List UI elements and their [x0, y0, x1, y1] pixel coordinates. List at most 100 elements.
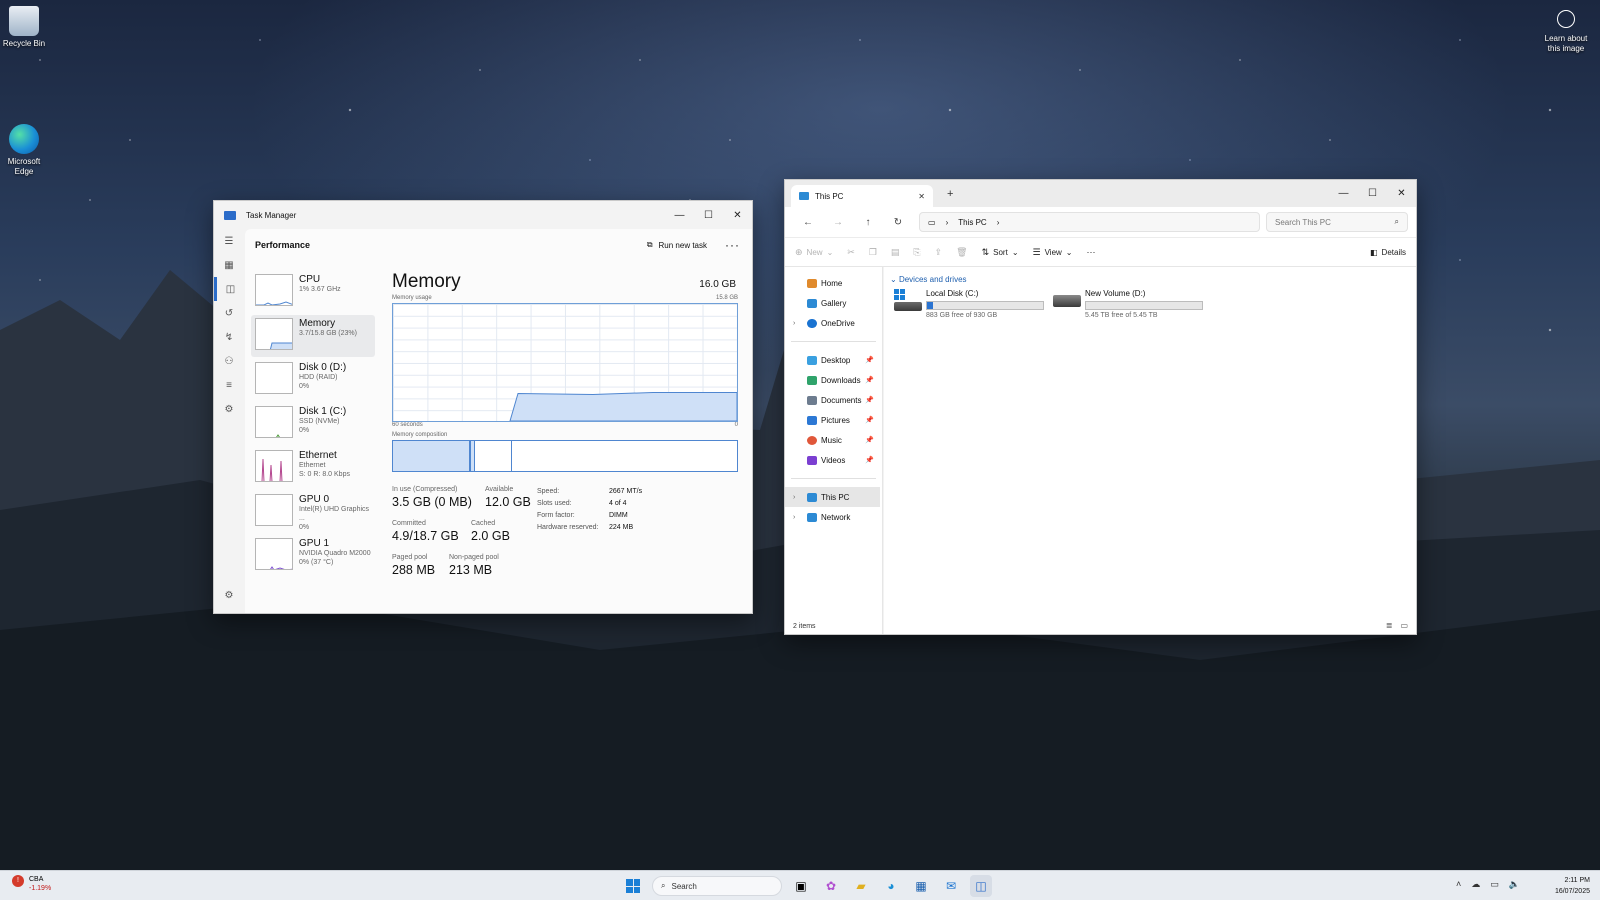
file-explorer-icon[interactable]: ▰: [850, 875, 872, 897]
maximize-icon[interactable]: ☐: [694, 201, 723, 229]
tab-this-pc[interactable]: This PC ✕: [791, 185, 933, 207]
new-button[interactable]: ⊕ New ⌄: [795, 247, 833, 258]
details-icon[interactable]: ≡: [214, 373, 244, 397]
resource-memory[interactable]: Memory 3.7/15.8 GB (23%): [251, 315, 375, 357]
details-view-icon[interactable]: ≣: [1386, 621, 1393, 630]
delete-button[interactable]: 🗑: [956, 247, 967, 258]
app-history-icon[interactable]: ↺: [214, 301, 244, 325]
volume-icon[interactable]: 🔈: [1509, 879, 1520, 890]
share-button[interactable]: ⇪: [935, 247, 943, 258]
drive-local-disk-c[interactable]: Local Disk (C:) 883 GB free of 930 GB: [894, 289, 1044, 319]
start-button[interactable]: [622, 875, 644, 897]
paste-button[interactable]: ▤: [891, 247, 900, 258]
copilot-icon[interactable]: ✿: [820, 875, 842, 897]
resource-gpu-1[interactable]: GPU 1 NVIDIA Quadro M2000 0% (37 °C): [251, 535, 375, 577]
resource-detail: 3.7/15.8 GB (23%): [299, 330, 357, 337]
outlook-icon[interactable]: ✉: [940, 875, 962, 897]
nav-item-gallery[interactable]: Gallery: [785, 293, 882, 313]
nav-item-home[interactable]: Home: [785, 273, 882, 293]
rename-button[interactable]: ⎘: [913, 247, 920, 258]
minimize-icon[interactable]: —: [1329, 180, 1358, 207]
more-options-icon[interactable]: ···: [725, 238, 740, 252]
copy-button[interactable]: ❐: [869, 247, 877, 258]
nav-item-music[interactable]: Music 📌: [785, 430, 882, 450]
tiles-view-icon[interactable]: ▭: [1400, 621, 1408, 630]
ethernet-sparkline: [255, 450, 293, 482]
resource-ethernet[interactable]: Ethernet Ethernet S: 0 R: 8.0 Kbps: [251, 447, 375, 489]
pictures-icon: [807, 415, 817, 425]
edge-label: Microsoft Edge: [7, 157, 41, 176]
resource-disk-1[interactable]: Disk 1 (C:) SSD (NVMe) 0%: [251, 403, 375, 445]
maximize-icon[interactable]: ☐: [1358, 180, 1387, 207]
more-options-button[interactable]: ···: [1087, 247, 1096, 257]
back-arrow-icon[interactable]: ←: [793, 217, 823, 228]
forward-arrow-icon[interactable]: →: [823, 217, 853, 228]
resource-name: Disk 1 (C:): [299, 406, 347, 417]
view-toggle-group: ≣ ▭: [1386, 621, 1408, 630]
hamburger-menu-icon[interactable]: ☰: [214, 229, 244, 253]
recycle-bin-icon[interactable]: Recycle Bin: [0, 6, 48, 49]
taskbar: ! CBA -1.19% ⌕ Search ▣ ✿ ▰ ◕ ▦ ✉ ◫ ˄ ☁ ▭…: [0, 870, 1600, 900]
nav-item-documents[interactable]: Documents 📌: [785, 390, 882, 410]
devices-group-header[interactable]: ⌄ Devices and drives: [890, 275, 967, 284]
search-input[interactable]: Search This PC ⌕: [1266, 212, 1408, 232]
users-icon[interactable]: ⚇: [214, 349, 244, 373]
task-manager-taskbar-icon[interactable]: ◫: [970, 875, 992, 897]
breadcrumb-this-pc[interactable]: This PC: [958, 218, 986, 227]
cut-button[interactable]: ✂: [847, 247, 855, 258]
nav-item-this-pc[interactable]: › This PC: [785, 487, 880, 507]
edge-desktop-icon[interactable]: Microsoft Edge: [0, 124, 48, 177]
clock[interactable]: 2:11 PM 16/07/2025: [1555, 875, 1590, 897]
close-tab-icon[interactable]: ✕: [918, 192, 925, 201]
drive-free-space: 883 GB free of 930 GB: [926, 312, 998, 319]
nav-item-onedrive[interactable]: › OneDrive: [785, 313, 882, 333]
close-icon[interactable]: ✕: [1387, 180, 1416, 207]
view-button[interactable]: ☰ View ⌄: [1033, 247, 1073, 258]
close-icon[interactable]: ✕: [723, 201, 752, 229]
learn-about-image[interactable]: Learn about this image: [1538, 8, 1594, 54]
expand-chevron-icon[interactable]: ›: [793, 320, 795, 327]
sort-button[interactable]: ⇅ Sort ⌄: [982, 247, 1019, 258]
details-button[interactable]: ◧ Details: [1370, 248, 1406, 257]
cloud-icon[interactable]: ☁: [1471, 879, 1480, 890]
nav-item-downloads[interactable]: Downloads 📌: [785, 370, 882, 390]
nav-item-desktop[interactable]: Desktop 📌: [785, 350, 882, 370]
drive-new-volume-d[interactable]: New Volume (D:) 5.45 TB free of 5.45 TB: [1053, 289, 1203, 319]
chevron-up-icon[interactable]: ˄: [1456, 879, 1461, 890]
settings-gear-icon[interactable]: ⚙: [214, 583, 244, 607]
explorer-titlebar[interactable]: This PC ✕ + — ☐ ✕: [785, 180, 1416, 207]
paste-icon: ▤: [890, 246, 900, 257]
expand-chevron-icon[interactable]: ›: [793, 494, 795, 501]
refresh-icon[interactable]: ↻: [883, 217, 913, 228]
new-tab-icon[interactable]: +: [947, 188, 953, 200]
processes-icon[interactable]: ▦: [214, 253, 244, 277]
startup-apps-icon[interactable]: ↯: [214, 325, 244, 349]
gpu0-sparkline: [255, 494, 293, 526]
minimize-icon[interactable]: —: [665, 201, 694, 229]
services-icon[interactable]: ⚙: [214, 397, 244, 421]
resource-name: GPU 0: [299, 494, 330, 505]
task-manager-titlebar[interactable]: Task Manager — ☐ ✕: [214, 201, 752, 229]
expand-chevron-icon[interactable]: ›: [793, 514, 795, 521]
graph-axis-left: 60 seconds: [392, 422, 423, 428]
network-status-icon[interactable]: ▭: [1490, 879, 1499, 890]
resource-disk-0[interactable]: Disk 0 (D:) HDD (RAID) 0%: [251, 359, 375, 401]
resource-gpu-0[interactable]: GPU 0 Intel(R) UHD Graphics ... 0%: [251, 491, 375, 533]
sort-label: Sort: [993, 247, 1008, 257]
nav-item-network[interactable]: › Network: [785, 507, 882, 527]
stock-name: CBA: [29, 876, 44, 883]
performance-icon[interactable]: ◫: [214, 277, 244, 301]
store-icon[interactable]: ▦: [910, 875, 932, 897]
taskbar-search[interactable]: ⌕ Search: [652, 876, 782, 896]
edge-icon[interactable]: ◕: [880, 875, 902, 897]
resource-cpu[interactable]: CPU 1% 3.67 GHz: [251, 271, 375, 313]
stock-widget[interactable]: ! CBA -1.19%: [12, 875, 51, 893]
breadcrumb[interactable]: ▭ › This PC ›: [919, 212, 1260, 232]
nav-item-videos[interactable]: Videos 📌: [785, 450, 882, 470]
nav-item-pictures[interactable]: Pictures 📌: [785, 410, 882, 430]
breadcrumb-chevron-icon[interactable]: ›: [997, 218, 1000, 227]
run-new-task-button[interactable]: ⧉ Run new task: [647, 240, 707, 250]
up-arrow-icon[interactable]: ↑: [853, 217, 883, 228]
task-view-icon[interactable]: ▣: [790, 875, 812, 897]
resource-detail: HDD (RAID): [299, 374, 338, 381]
